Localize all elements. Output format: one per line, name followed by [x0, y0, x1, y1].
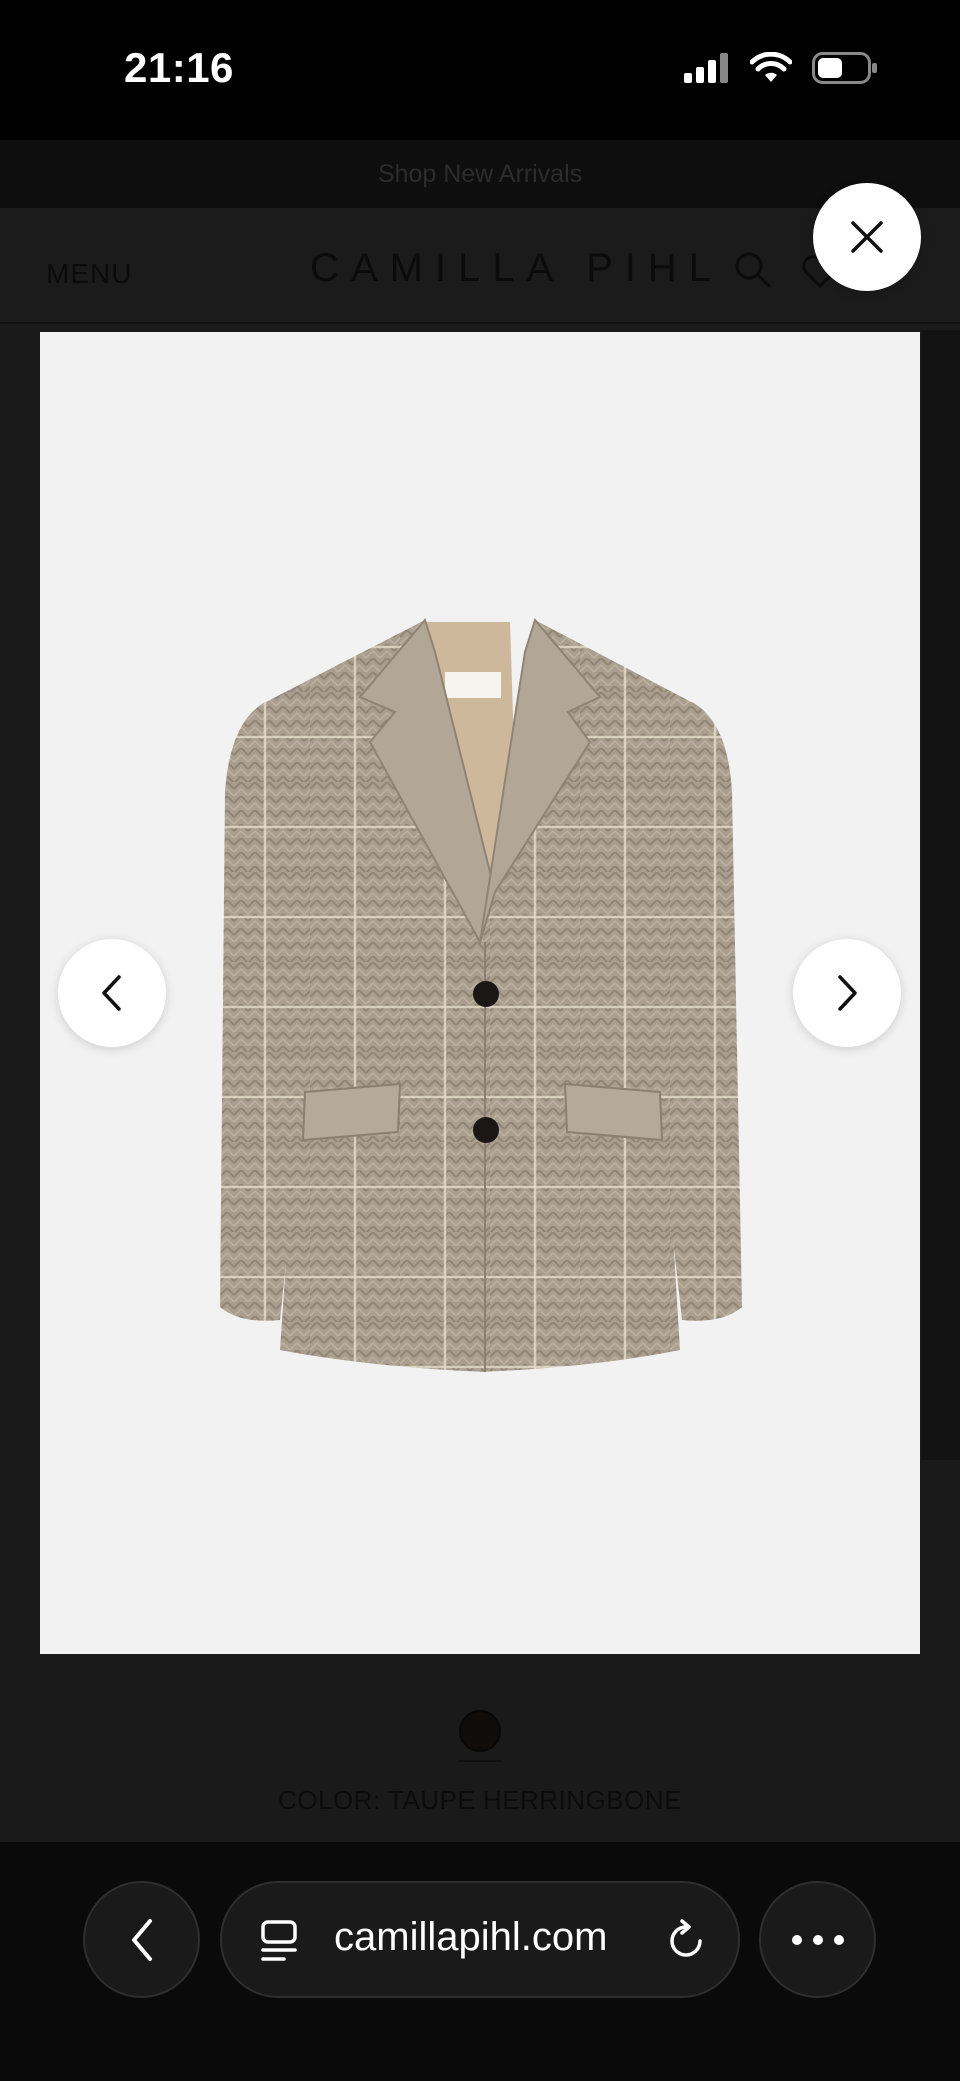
chevron-right-icon: [838, 975, 857, 1011]
chevron-left-icon: [102, 975, 121, 1011]
color-swatch[interactable]: [459, 1710, 501, 1752]
status-bar: 21:16: [0, 0, 960, 140]
browser-back-button[interactable]: [83, 1881, 200, 1998]
more-options-button[interactable]: [759, 1881, 876, 1998]
address-bar[interactable]: camillapihl.com: [220, 1881, 740, 1998]
previous-image-button[interactable]: [58, 939, 166, 1047]
search-icon[interactable]: [733, 250, 773, 290]
brand-logo[interactable]: CAMILLA PIHL: [310, 246, 723, 291]
more-icon-dot: [791, 1934, 802, 1945]
signal-icon: [684, 53, 728, 83]
chevron-left-icon: [131, 1918, 152, 1961]
url-text[interactable]: camillapihl.com: [334, 1915, 607, 1960]
status-icons: [684, 52, 878, 84]
more-icon-dot: [812, 1934, 823, 1945]
page-menu-icon[interactable]: [260, 1919, 300, 1963]
battery-icon: [812, 52, 877, 84]
announcement-text[interactable]: Shop New Arrivals: [378, 160, 582, 189]
status-time: 21:16: [124, 44, 234, 91]
more-icon-dot: [833, 1934, 844, 1945]
reload-icon[interactable]: [665, 1919, 707, 1963]
swatch-underline: [459, 1760, 501, 1762]
announcement-bar[interactable]: Shop New Arrivals: [0, 140, 960, 208]
product-image[interactable]: [40, 332, 920, 1654]
close-lightbox-button[interactable]: [813, 183, 921, 291]
color-label: COLOR: TAUPE HERRINGBONE: [278, 1785, 682, 1815]
jacket-illustration: [220, 617, 742, 1372]
next-image-peek: [922, 330, 960, 1460]
close-icon: [851, 221, 883, 253]
wifi-icon: [750, 52, 792, 82]
next-image-button[interactable]: [793, 939, 901, 1047]
menu-button[interactable]: MENU: [46, 258, 132, 290]
